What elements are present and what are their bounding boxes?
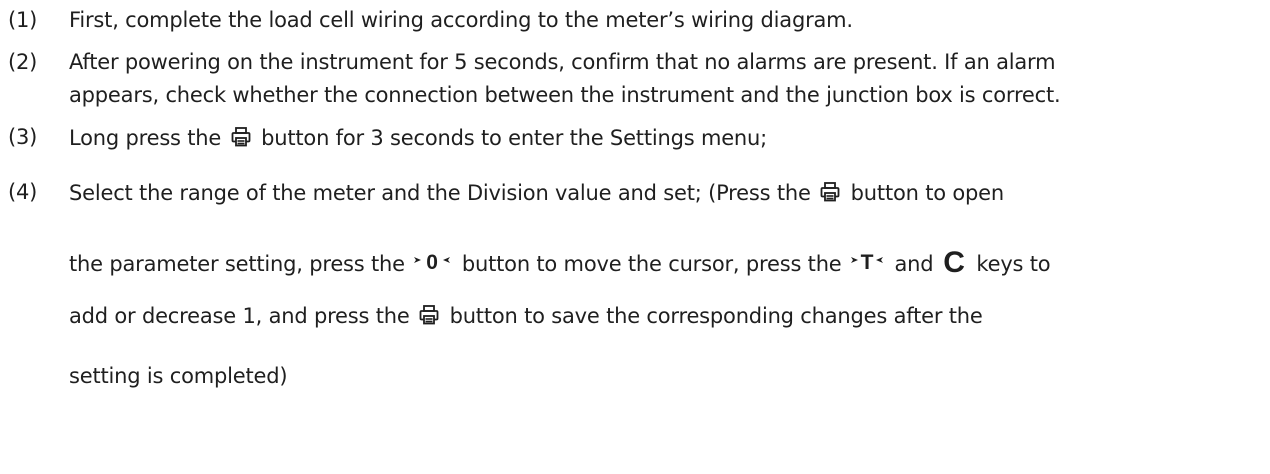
step-3: (3) Long press the button for 3 seconds … bbox=[8, 125, 1263, 159]
step-2-line-2: appears, check whether the connection be… bbox=[69, 83, 1061, 107]
step-2-number: (2) bbox=[8, 50, 38, 74]
step-4-line-3-a: add or decrease 1, and press the bbox=[69, 304, 410, 328]
step-2-line-1: After powering on the instrument for 5 s… bbox=[69, 50, 1056, 74]
step-4-line-2-b: button to move the cursor, press the bbox=[461, 252, 842, 276]
tare-key-label: T bbox=[861, 251, 874, 274]
step-4-number: (4) bbox=[8, 180, 38, 204]
c-key-label: C bbox=[943, 246, 964, 276]
tare-key-icon: T bbox=[850, 250, 884, 274]
step-4-line-2-a: the parameter setting, press the bbox=[69, 252, 405, 276]
step-1: (1) First, complete the load cell wiring… bbox=[8, 8, 1263, 40]
step-4-line-1-a: Select the range of the meter and the Di… bbox=[69, 181, 811, 205]
step-1-number: (1) bbox=[8, 8, 38, 32]
step-4-line-2: the parameter setting, press the 0 butto… bbox=[69, 241, 1051, 279]
print-key-icon bbox=[820, 182, 840, 202]
step-1-text: First, complete the load cell wiring acc… bbox=[69, 8, 853, 32]
step-3-number: (3) bbox=[8, 125, 38, 149]
step-3-after: button for 3 seconds to enter the Settin… bbox=[261, 126, 768, 150]
step-3-text: Long press the button for 3 seconds to e… bbox=[69, 125, 767, 150]
zero-key-icon: 0 bbox=[413, 250, 451, 274]
print-key-icon bbox=[231, 127, 251, 147]
c-key-icon: C bbox=[942, 246, 966, 279]
instruction-document: (1) First, complete the load cell wiring… bbox=[0, 0, 1270, 474]
step-3-before: Long press the bbox=[69, 126, 222, 150]
step-4-line-2-c: and bbox=[894, 252, 934, 276]
step-4: (4) Select the range of the meter and th… bbox=[8, 180, 1263, 460]
step-4-line-4: setting is completed) bbox=[69, 364, 288, 388]
step-4-line-2-d: keys to bbox=[976, 252, 1051, 276]
step-4-line-3: add or decrease 1, and press the button … bbox=[69, 303, 983, 328]
step-4-line-1: Select the range of the meter and the Di… bbox=[69, 180, 1004, 205]
print-key-icon bbox=[419, 305, 439, 325]
zero-key-label: 0 bbox=[427, 251, 438, 274]
step-4-line-1-b: button to open bbox=[850, 181, 1005, 205]
step-2: (2) After powering on the instrument for… bbox=[8, 50, 1263, 122]
step-4-line-3-b: button to save the corresponding changes… bbox=[449, 304, 983, 328]
